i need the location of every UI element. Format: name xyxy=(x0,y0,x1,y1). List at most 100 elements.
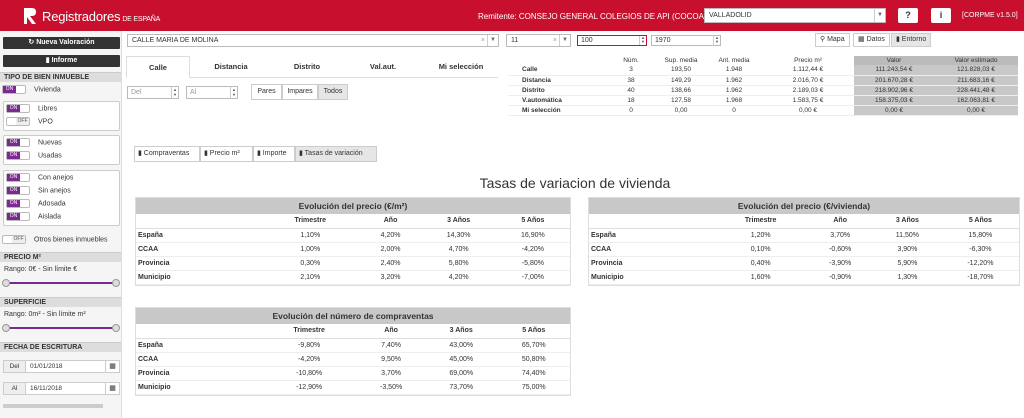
table-row: CCAA 1,00% 2,00% 4,70% -4,20% xyxy=(136,242,570,257)
datos-button[interactable]: ▦ Datos xyxy=(853,33,890,47)
tab-mi-seleccion[interactable]: Mi selección xyxy=(424,56,498,78)
vivienda-toggle[interactable]: ON xyxy=(2,85,26,94)
al-number-input[interactable]: Al ▲ ▼ xyxy=(186,86,238,99)
superficie-slider[interactable] xyxy=(2,324,120,332)
card-precio-m2: Evolución del precio (€/m²) Trimestre Año… xyxy=(135,197,571,286)
stepper-icon[interactable]: ▲ ▼ xyxy=(230,87,237,98)
chevron-down-icon: ▼ xyxy=(874,9,885,22)
libres-vpo-group: ON Libres OFF VPO xyxy=(3,101,120,131)
tab-calle[interactable]: Calle xyxy=(126,56,190,78)
subtab-compraventas[interactable]: ▮ Compraventas xyxy=(134,146,200,162)
stats-header-row: Núm. Sup. media Ant. media Precio m² Val… xyxy=(508,56,1018,65)
stepper-icon[interactable]: ▲ ▼ xyxy=(639,36,646,45)
nuevas-toggle[interactable]: ON xyxy=(6,138,30,147)
adosada-toggle[interactable]: ON xyxy=(6,199,30,208)
area-tabs: Calle Distancia Distrito Val.aut. Mi sel… xyxy=(126,56,498,78)
clear-icon[interactable]: × xyxy=(481,37,485,44)
libres-toggle[interactable]: ON xyxy=(6,104,30,113)
stepper-icon[interactable]: ▲ ▼ xyxy=(171,87,178,98)
year-input[interactable]: 1970 ▲ ▼ xyxy=(651,35,721,46)
precio-slider[interactable] xyxy=(2,279,120,287)
table-header-row: Trimestre Año 3 Años 5 Años xyxy=(136,324,570,339)
tab-valaut[interactable]: Val.aut. xyxy=(348,56,418,78)
impares-button[interactable]: Impares xyxy=(282,84,318,100)
del-number-input[interactable]: Del ▲ ▼ xyxy=(127,86,179,99)
superficie-min-handle[interactable] xyxy=(2,324,10,332)
number-select[interactable]: 11 × ▼ xyxy=(506,34,571,47)
sidebar: ↻ Nueva Valoración ▮ Informe TIPO DE BIE… xyxy=(0,31,122,418)
table-row: Provincia 0,30% 2,40% 5,80% -5,80% xyxy=(136,256,570,271)
table-row: Municipio -12,90% -3,50% 73,70% 75,00% xyxy=(136,380,570,395)
otros-toggle[interactable]: OFF xyxy=(2,235,26,244)
table-row: Distancia 38 149,29 1.962 2.016,70 €201.670,… xyxy=(508,75,1018,86)
vpo-toggle[interactable]: OFF xyxy=(6,117,30,126)
superficie-header: SUPERFICIE xyxy=(0,297,121,307)
table-row: Provincia 0,40% -3,90% 5,90% -12,20% xyxy=(589,256,1019,271)
entorno-button[interactable]: ▮ Entorno xyxy=(891,33,932,47)
page-title: Tasas de variacion de vivienda xyxy=(479,175,671,191)
calendar-icon[interactable]: ▦ xyxy=(105,383,119,394)
precio-range-label: Rango: 0€ - Sin límite € xyxy=(4,266,78,273)
table-row: Provincia -10,80% 3,70% 69,00% 74,40% xyxy=(136,366,570,381)
table-row: España 1,10% 4,20% 14,30% 16,90% xyxy=(136,228,570,243)
registradores-logo-icon xyxy=(24,8,36,24)
clear-icon[interactable]: × xyxy=(553,37,557,44)
table-row: Distrito 40 138,66 1.962 2.189,03 €218.902,9… xyxy=(508,85,1018,96)
chevron-down-icon[interactable]: ▼ xyxy=(559,35,570,46)
usadas-toggle[interactable]: ON xyxy=(6,151,30,160)
subtab-importe[interactable]: ▮ Importe xyxy=(253,146,295,162)
radius-input[interactable]: 100 ▲ ▼ xyxy=(577,35,647,46)
superficie-range-label: Rango: 0m² - Sin límite m² xyxy=(4,311,86,318)
help-button[interactable]: ? xyxy=(898,8,918,23)
table-row: Municipio 2,10% 3,20% 4,20% -7,00% xyxy=(136,270,570,285)
table-row: CCAA 0,10% -0,60% 3,90% -6,30% xyxy=(589,242,1019,257)
version-label: [CORPME v1.5.0] xyxy=(962,12,1018,19)
fecha-header: FECHA DE ESCRITURA xyxy=(0,342,121,352)
tab-distancia[interactable]: Distancia xyxy=(196,56,266,78)
brand-name: Registradores DE ESPAÑA xyxy=(42,9,161,24)
card-compraventas: Evolución del número de compraventas Tri… xyxy=(135,307,571,396)
vivienda-row: ON Vivienda xyxy=(2,85,61,95)
table-row: V.automática 18 127,58 1.968 1.583,75 €158.3… xyxy=(508,95,1018,106)
card-title: Evolución del número de compraventas xyxy=(136,308,570,324)
subtab-precio-m2[interactable]: ▮ Precio m² xyxy=(200,146,253,162)
grid-icon: ▦ xyxy=(858,36,867,43)
subtab-tasas[interactable]: ▮ Tasas de variación xyxy=(295,146,377,162)
new-valuation-button[interactable]: ↻ Nueva Valoración xyxy=(3,37,120,49)
table-row: CCAA -4,20% 9,50% 45,00% 50,80% xyxy=(136,352,570,367)
table-header-row: Trimestre Año 3 Años 5 Años xyxy=(589,214,1019,229)
stepper-icon[interactable]: ▲ ▼ xyxy=(713,36,720,45)
card-precio-vivienda: Evolución del precio (€/vivienda) Trimes… xyxy=(588,197,1020,286)
top-bar: Registradores DE ESPAÑA Remitente: CONSEJ… xyxy=(0,0,1024,31)
street-input[interactable]: CALLE MARIA DE MOLINA × ▼ xyxy=(127,34,499,47)
info-icon: i xyxy=(939,10,943,20)
city-select[interactable]: VALLADOLID ▼ xyxy=(704,8,886,23)
table-row: Calle 3 193,50 1.948 1.112,44 €111.243,54 €1… xyxy=(508,65,1018,76)
info-button[interactable]: i xyxy=(931,8,951,23)
precio-max-handle[interactable] xyxy=(112,279,120,287)
stats-table: Núm. Sup. media Ant. media Precio m² Val… xyxy=(508,56,1018,116)
date-from-field[interactable]: Del 01/01/2018 ▦ xyxy=(3,360,120,373)
remitente-dropdown[interactable]: Remitente: CONSEJO GENERAL COLEGIOS DE A… xyxy=(478,12,720,21)
tipo-bien-header: TIPO DE BIEN INMUEBLE xyxy=(0,72,121,82)
date-to-field[interactable]: Al 16/11/2018 ▦ xyxy=(3,382,120,395)
table-header-row: Trimestre Año 3 Años 5 Años xyxy=(136,214,570,229)
mapa-button[interactable]: ⚲ Mapa xyxy=(815,33,850,47)
chevron-down-icon[interactable]: ▼ xyxy=(487,35,498,46)
table-row: Municipio 1,60% -0,90% 1,30% -18,70% xyxy=(589,270,1019,285)
tab-distrito[interactable]: Distrito xyxy=(272,56,342,78)
nuevas-usadas-group: ON Nuevas ON Usadas xyxy=(3,135,120,165)
sidebar-scrollbar[interactable] xyxy=(3,404,103,408)
card-title: Evolución del precio (€/vivienda) xyxy=(589,198,1019,214)
table-row: España -9,80% 7,40% 43,00% 65,70% xyxy=(136,338,570,353)
report-button[interactable]: ▮ Informe xyxy=(3,55,120,67)
table-row: Mi selección 0 0,00 0 0,00 €0,00 €0,00 € xyxy=(508,105,1018,116)
pares-button[interactable]: Pares xyxy=(251,84,282,100)
card-title: Evolución del precio (€/m²) xyxy=(136,198,570,214)
calendar-icon[interactable]: ▦ xyxy=(105,361,119,372)
precio-min-handle[interactable] xyxy=(2,279,10,287)
todos-button[interactable]: Todos xyxy=(318,84,348,100)
aislada-toggle[interactable]: ON xyxy=(6,212,30,221)
city-value: VALLADOLID xyxy=(709,12,752,19)
superficie-max-handle[interactable] xyxy=(112,324,120,332)
